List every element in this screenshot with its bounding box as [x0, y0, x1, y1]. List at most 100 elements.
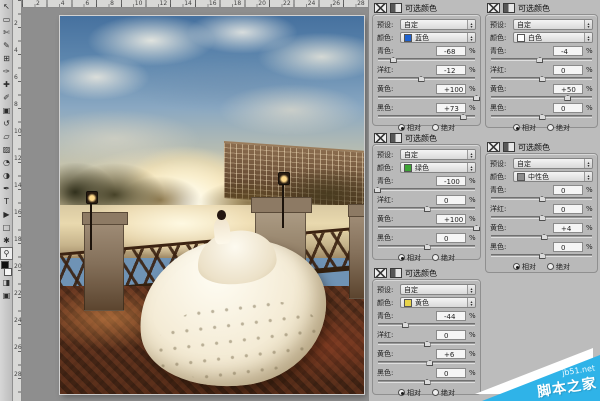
slider-value-input[interactable]: 0 [553, 103, 583, 113]
slider-value-input[interactable]: +4 [553, 223, 583, 233]
slider-track[interactable] [377, 359, 476, 366]
gradient-tool[interactable]: ▨ [0, 143, 13, 156]
color-select[interactable]: 白色 ▴▾ [513, 32, 593, 43]
dodge-tool[interactable]: ◑ [0, 169, 13, 182]
slider-groove [378, 188, 475, 190]
color-value: 绿色 [415, 163, 429, 173]
slider-value-input[interactable]: -12 [436, 65, 466, 75]
slider-value-input[interactable]: 0 [436, 330, 466, 340]
slider-value-input[interactable]: -68 [436, 46, 466, 56]
color-row: 颜色: 白色 ▴▾ [490, 31, 593, 44]
crop-tool[interactable]: ⊞ [0, 52, 13, 65]
slider-value-input[interactable]: +100 [436, 84, 466, 94]
slider-track[interactable] [377, 113, 476, 120]
background-color-swatch[interactable] [4, 268, 12, 276]
absolute-radio[interactable]: 绝对 [432, 388, 455, 398]
marquee-tool[interactable]: ▭ [0, 13, 13, 26]
slider-track[interactable] [377, 94, 476, 101]
history-brush-tool[interactable]: ↺ [0, 117, 13, 130]
preset-select[interactable]: 自定 ▴▾ [513, 158, 593, 169]
color-select[interactable]: 蓝色 ▴▾ [400, 32, 476, 43]
clone-stamp-tool[interactable]: ▣ [0, 104, 13, 117]
clip-to-layer-icon[interactable] [390, 133, 402, 143]
slider-track[interactable] [377, 321, 476, 328]
panel-body: 预设: 自定 ▴▾ 颜色: 蓝色 ▴▾ 青色: -68 % [372, 14, 481, 126]
slider-track[interactable] [377, 243, 476, 250]
percent-sign: % [469, 215, 476, 223]
clip-to-layer-icon[interactable] [390, 3, 402, 13]
move-tool[interactable]: ↖ [0, 0, 13, 13]
slider-track[interactable] [377, 56, 476, 63]
slider-value-input[interactable]: +100 [436, 214, 466, 224]
slider-value-input[interactable]: 0 [436, 368, 466, 378]
eyedropper-tool[interactable]: ✑ [0, 65, 13, 78]
slider-value-input[interactable]: -100 [436, 176, 466, 186]
slider-track[interactable] [490, 75, 593, 82]
slider-value-input[interactable]: 0 [553, 185, 583, 195]
slider-value-input[interactable]: +6 [436, 349, 466, 359]
color-select[interactable]: 中性色 ▴▾ [513, 171, 593, 182]
relative-radio[interactable]: 相对 [513, 123, 536, 133]
slider-track[interactable] [490, 195, 593, 202]
type-tool[interactable]: T [0, 195, 13, 208]
slider-track[interactable] [377, 186, 476, 193]
ruler-number: 8 [110, 0, 114, 7]
color-select[interactable]: 绿色 ▴▾ [400, 162, 476, 173]
lasso-tool[interactable]: ✄ [0, 26, 13, 39]
absolute-radio[interactable]: 绝对 [547, 123, 570, 133]
slider-value-input[interactable]: 0 [553, 65, 583, 75]
absolute-radio[interactable]: 绝对 [432, 253, 455, 263]
slider-track[interactable] [490, 233, 593, 240]
preset-select[interactable]: 自定 ▴▾ [513, 19, 593, 30]
slider-track[interactable] [377, 224, 476, 231]
absolute-radio[interactable]: 绝对 [432, 123, 455, 133]
preset-select[interactable]: 自定 ▴▾ [400, 284, 476, 295]
slider-track[interactable] [377, 340, 476, 347]
brush-tool[interactable]: ✐ [0, 91, 13, 104]
slider-value-input[interactable]: 0 [553, 242, 583, 252]
eraser-tool[interactable]: ▱ [0, 130, 13, 143]
canvas-area[interactable] [22, 8, 368, 401]
slider-track[interactable] [490, 214, 593, 221]
slider-value-input[interactable]: 0 [436, 233, 466, 243]
slider-value-input[interactable]: 0 [553, 204, 583, 214]
blur-tool[interactable]: ◔ [0, 156, 13, 169]
color-value: 蓝色 [415, 33, 429, 43]
hand-tool[interactable]: ✱ [0, 234, 13, 247]
shape-tool[interactable]: □ [0, 221, 13, 234]
slider-track[interactable] [377, 75, 476, 82]
slider-track[interactable] [490, 113, 593, 120]
slider-track[interactable] [377, 378, 476, 385]
document-photo[interactable] [60, 16, 364, 394]
clip-to-layer-icon[interactable] [390, 268, 402, 278]
ruler-number: 14 [14, 182, 22, 189]
clip-to-layer-icon[interactable] [503, 3, 515, 13]
slider-track[interactable] [490, 252, 593, 259]
slider-value-input[interactable]: 0 [436, 195, 466, 205]
healing-brush-tool[interactable]: ✚ [0, 78, 13, 91]
slider-value-input[interactable]: +50 [553, 84, 583, 94]
color-select[interactable]: 黄色 ▴▾ [400, 297, 476, 308]
pen-tool[interactable]: ✒ [0, 182, 13, 195]
quick-mask-icon[interactable]: ◨ [0, 276, 13, 289]
relative-radio[interactable]: 相对 [398, 253, 421, 263]
slider-value-input[interactable]: +73 [436, 103, 466, 113]
absolute-radio[interactable]: 绝对 [547, 262, 570, 272]
quick-selection-tool[interactable]: ✎ [0, 39, 13, 52]
slider-value-input[interactable]: -4 [553, 46, 583, 56]
preset-select[interactable]: 自定 ▴▾ [400, 149, 476, 160]
relative-radio[interactable]: 相对 [513, 262, 536, 272]
slider-value-input[interactable]: -44 [436, 311, 466, 321]
relative-radio[interactable]: 相对 [398, 388, 421, 398]
path-selection-tool[interactable]: ▶ [0, 208, 13, 221]
slider-track[interactable] [490, 56, 593, 63]
relative-radio[interactable]: 相对 [398, 123, 421, 133]
color-swatches[interactable] [0, 261, 13, 276]
zoom-tool[interactable]: ⚲ [0, 247, 13, 260]
preset-select[interactable]: 自定 ▴▾ [400, 19, 476, 30]
slider-track[interactable] [490, 94, 593, 101]
clip-to-layer-icon[interactable] [503, 142, 515, 152]
relative-label: 相对 [407, 253, 421, 263]
slider-track[interactable] [377, 205, 476, 212]
screen-mode-icon[interactable]: ▣ [0, 289, 13, 302]
